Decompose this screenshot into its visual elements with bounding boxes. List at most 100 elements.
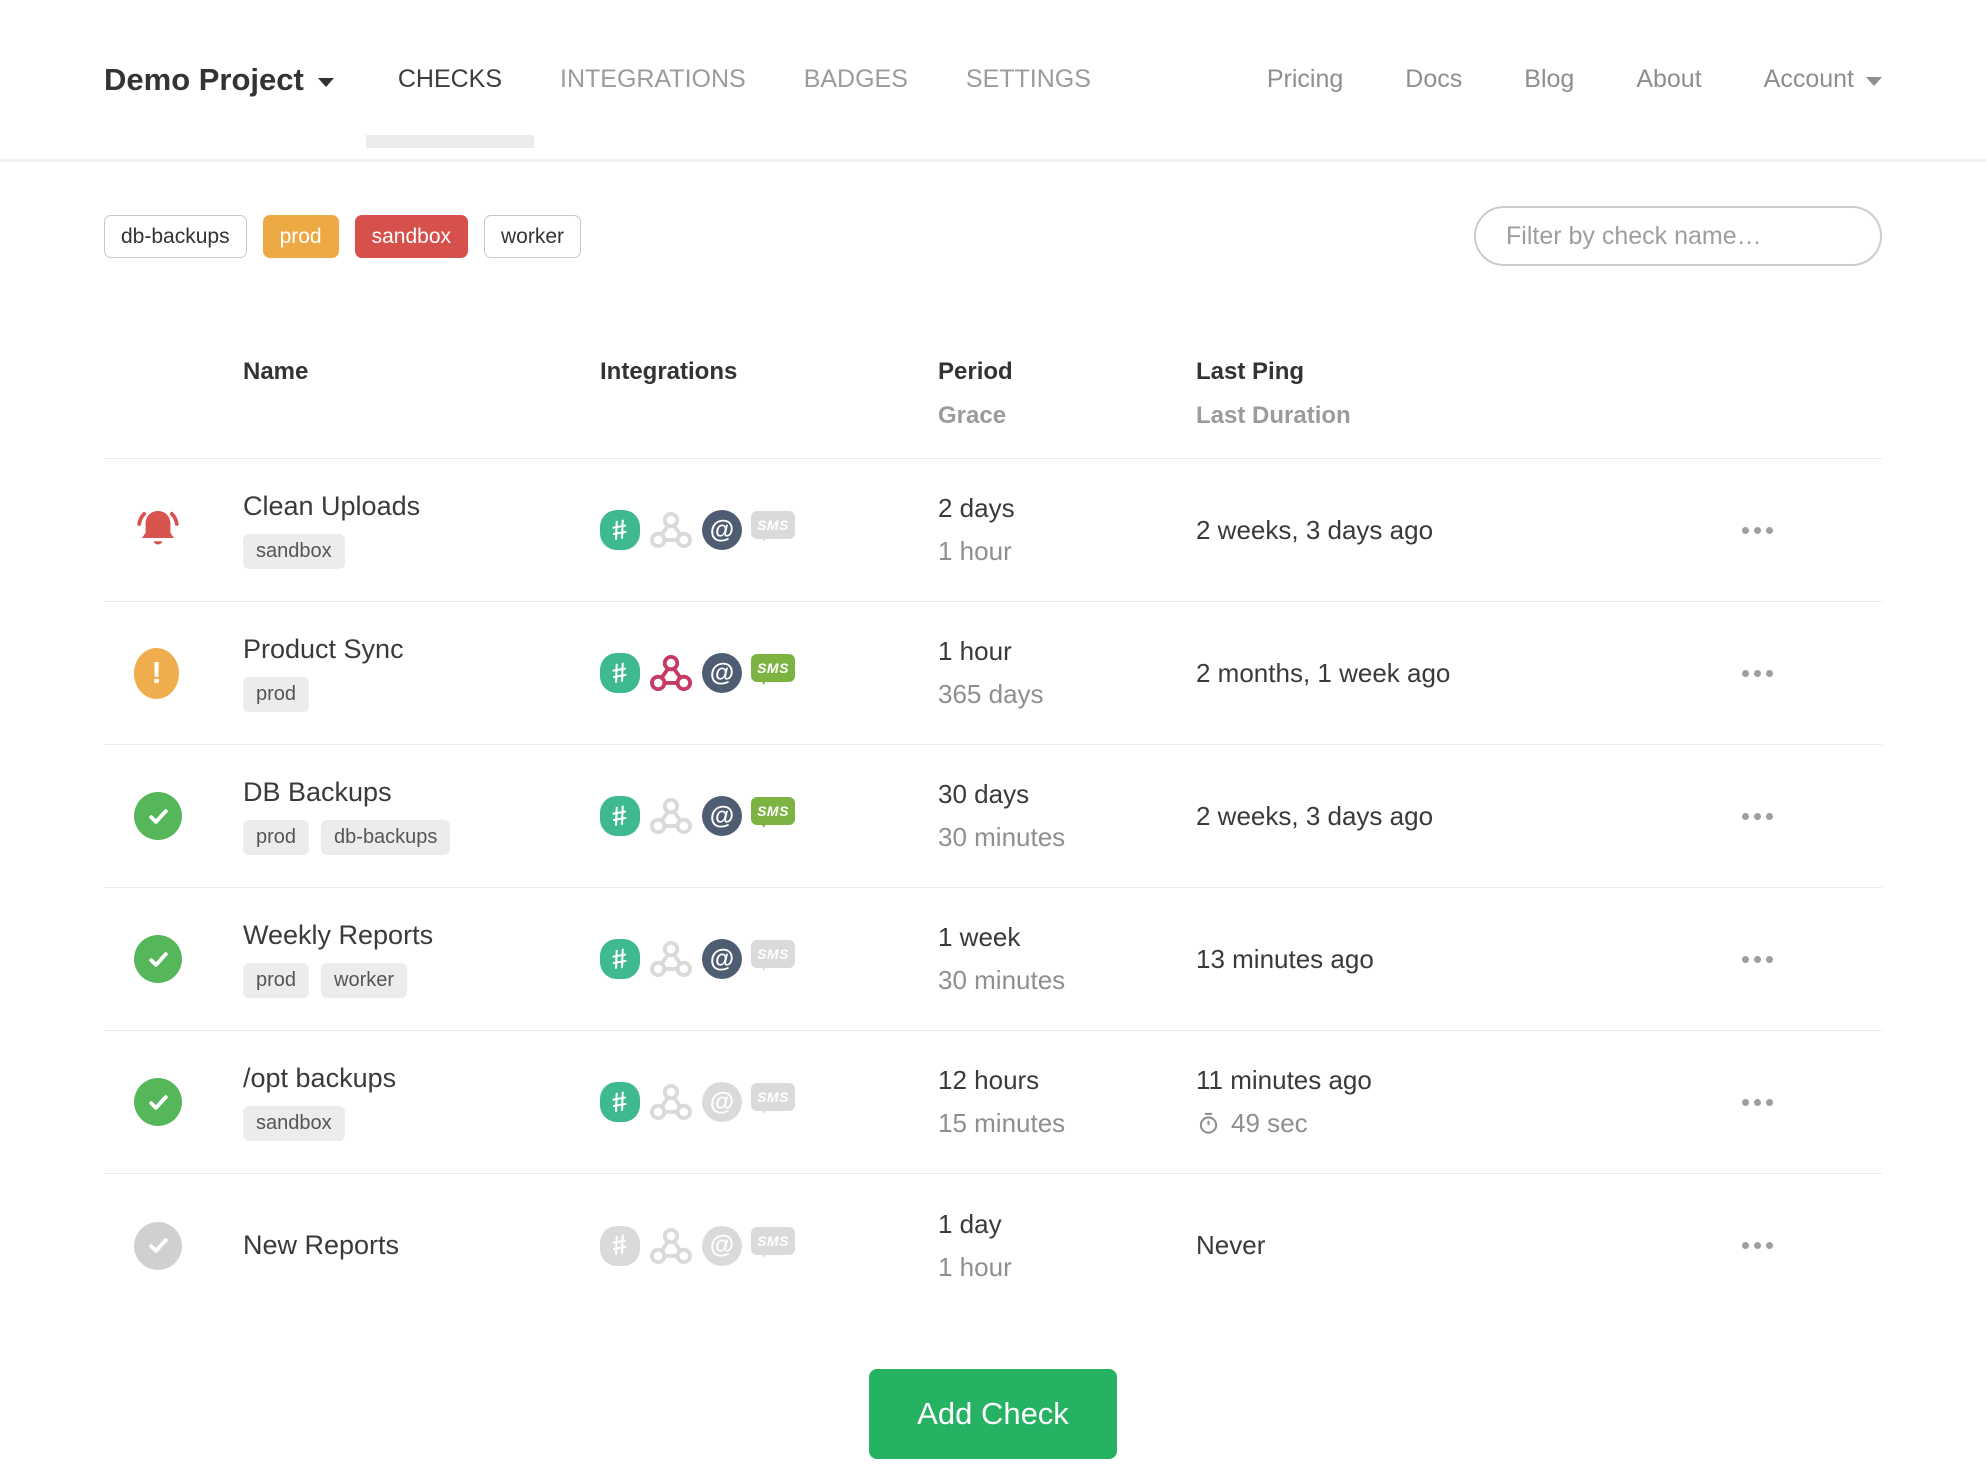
check-name[interactable]: Weekly Reports <box>243 920 433 951</box>
email-icon: @ <box>702 510 742 550</box>
filter-tag-sandbox[interactable]: sandbox <box>354 214 469 258</box>
period-value: 1 week <box>938 922 1021 952</box>
header-grace: Grace <box>938 402 1007 429</box>
tab-settings[interactable]: SETTINGS <box>966 67 1091 92</box>
email-icon: @ <box>702 939 742 979</box>
period-value: 12 hours <box>938 1065 1040 1095</box>
project-switcher[interactable]: Demo Project <box>104 62 334 98</box>
check-mark-icon <box>148 1238 168 1253</box>
last-ping-value: 2 months, 1 week ago <box>1196 657 1451 688</box>
header-status-spacer <box>104 358 243 430</box>
table-row: ! Weekly Reports prod worker # @ SMS 1 we… <box>104 888 1882 1031</box>
account-menu[interactable]: Account <box>1764 65 1882 94</box>
webhook-icon <box>650 1083 692 1121</box>
chevron-down-icon <box>1866 77 1882 86</box>
status-icon: ! <box>134 792 182 840</box>
project-tabs: CHECKS INTEGRATIONS BADGES SETTINGS <box>365 67 1091 148</box>
row-menu-button[interactable] <box>1738 803 1777 830</box>
sms-icon: SMS <box>751 1083 795 1114</box>
footer: Add Check <box>0 1369 1986 1483</box>
last-ping-value: Never <box>1196 1230 1266 1260</box>
slack-icon: # <box>600 653 640 693</box>
project-name: Demo Project <box>104 61 304 97</box>
sms-icon: SMS <box>751 797 795 828</box>
check-tags: prod worker <box>243 963 408 998</box>
period-value: 2 days <box>938 493 1015 523</box>
check-mark-icon <box>148 808 168 824</box>
webhook-icon <box>650 1227 692 1264</box>
link-pricing[interactable]: Pricing <box>1267 65 1343 94</box>
row-menu-button[interactable] <box>1738 1089 1777 1116</box>
grace-value: 30 minutes <box>938 965 1066 995</box>
filter-tags: db-backups prod sandbox worker <box>104 214 582 258</box>
email-icon: @ <box>702 653 742 693</box>
header-period: Period <box>938 358 1013 385</box>
period-value: 30 days <box>938 779 1030 809</box>
add-check-button[interactable]: Add Check <box>869 1369 1117 1459</box>
sms-icon: SMS <box>751 654 795 685</box>
site-links: Pricing Docs Blog About Account <box>1267 65 1882 94</box>
check-tag: sandbox <box>243 1106 345 1141</box>
table-row: ! New Reports # @ SMS 1 day 1 hour <box>104 1174 1882 1317</box>
link-docs[interactable]: Docs <box>1405 65 1462 94</box>
table-row: ! Product Sync prod # @ SMS 1 hour 365 d… <box>104 602 1882 745</box>
check-name[interactable]: Product Sync <box>243 634 404 665</box>
slack-icon: # <box>600 510 640 550</box>
tab-badges[interactable]: BADGES <box>804 67 908 92</box>
check-name[interactable]: Clean Uploads <box>243 491 420 522</box>
warning-exclamation-icon: ! <box>151 655 162 690</box>
table-row: ! /opt backups sandbox # @ SMS 12 hours <box>104 1031 1882 1174</box>
chevron-down-icon <box>317 77 334 87</box>
grace-value: 1 hour <box>938 1251 1012 1282</box>
slack-icon: # <box>600 1082 640 1122</box>
email-icon: @ <box>702 796 742 836</box>
row-menu-button[interactable] <box>1738 946 1777 973</box>
check-tag: prod <box>243 677 310 712</box>
top-navigation: Demo Project CHECKS INTEGRATIONS BADGES … <box>0 0 1986 162</box>
row-menu-button[interactable] <box>1738 660 1777 687</box>
check-name[interactable]: /opt backups <box>243 1063 396 1094</box>
row-menu-button[interactable] <box>1738 1232 1777 1259</box>
table-row: ! DB Backups prod db-backups # @ SMS 30 d… <box>104 745 1882 888</box>
table-header: Name Integrations Period Grace Last Ping… <box>104 358 1882 459</box>
check-mark-icon <box>148 951 168 967</box>
last-duration: 49 sec <box>1196 1108 1308 1139</box>
filter-tag-prod[interactable]: prod <box>262 214 339 258</box>
check-name[interactable]: New Reports <box>243 1230 399 1261</box>
grace-value: 15 minutes <box>938 1108 1066 1138</box>
email-icon: @ <box>702 1082 742 1122</box>
status-icon: ! <box>134 1078 182 1126</box>
check-name[interactable]: DB Backups <box>243 777 392 808</box>
webhook-icon <box>650 940 692 978</box>
last-ping-value: 2 weeks, 3 days ago <box>1196 514 1434 545</box>
status-icon: ! <box>134 935 182 983</box>
link-about[interactable]: About <box>1636 65 1701 94</box>
link-blog[interactable]: Blog <box>1524 65 1574 94</box>
account-label: Account <box>1763 65 1854 93</box>
check-tags: prod db-backups <box>243 820 451 855</box>
check-tag: prod <box>243 963 310 998</box>
table-row: ! Clean Uploads sandbox # @ SMS 2 days <box>104 459 1882 602</box>
header-integrations: Integrations <box>600 358 738 385</box>
status-icon: ! <box>134 506 182 554</box>
header-name: Name <box>243 358 309 385</box>
check-tag: prod <box>243 820 310 855</box>
row-menu-button[interactable] <box>1738 517 1777 544</box>
filter-tag-db-backups[interactable]: db-backups <box>104 214 247 258</box>
filter-bar: db-backups prod sandbox worker <box>0 206 1986 266</box>
checks-table: Name Integrations Period Grace Last Ping… <box>104 358 1882 1317</box>
check-tag: sandbox <box>243 534 345 569</box>
header-last-duration: Last Duration <box>1196 402 1351 429</box>
tab-integrations[interactable]: INTEGRATIONS <box>560 67 746 92</box>
header-menu-spacer <box>1672 358 1882 430</box>
period-value: 1 hour <box>938 636 1012 666</box>
search-input[interactable] <box>1474 206 1882 266</box>
header-last-ping: Last Ping <box>1196 358 1305 385</box>
slack-icon: # <box>600 939 640 979</box>
filter-tag-worker[interactable]: worker <box>484 214 582 258</box>
tab-checks[interactable]: CHECKS <box>365 67 535 148</box>
status-icon: ! <box>134 647 179 699</box>
last-ping-value: 11 minutes ago <box>1196 1065 1372 1095</box>
webhook-icon <box>650 654 692 692</box>
check-tags: sandbox <box>243 534 345 569</box>
